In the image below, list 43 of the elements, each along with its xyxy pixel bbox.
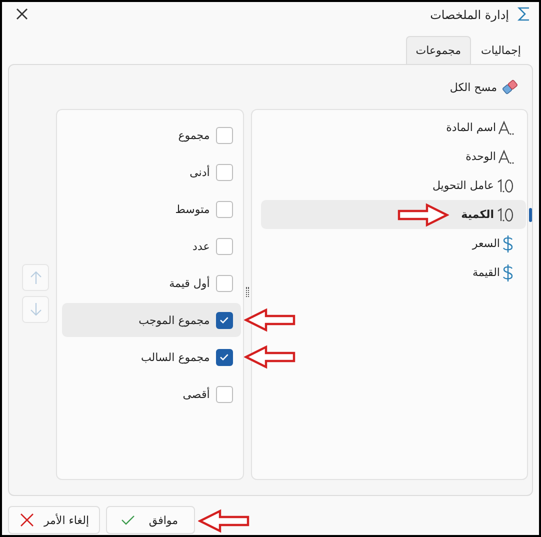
number-type-icon: [496, 206, 514, 222]
checkbox[interactable]: [216, 274, 233, 292]
check-icon: [218, 351, 230, 363]
selection-bar: [529, 208, 532, 222]
option-label: مجموع الموجب: [138, 314, 210, 326]
currency-type-icon: [502, 234, 514, 252]
close-icon: [20, 513, 34, 527]
clear-all-button[interactable]: مسح الكل: [448, 77, 520, 97]
field-item[interactable]: القيمة: [260, 258, 526, 287]
text-type-icon: [498, 120, 514, 136]
text-type-icon: [498, 148, 514, 164]
checkbox[interactable]: [216, 312, 233, 328]
option-label: متوسط: [175, 202, 210, 216]
option-label: أول قيمة: [169, 276, 210, 290]
field-item[interactable]: السعر: [260, 229, 526, 258]
checkbox[interactable]: [216, 386, 233, 402]
arrow-down-icon: [28, 302, 42, 317]
option-label: مجموع: [178, 128, 210, 142]
cancel-button[interactable]: إلغاء الأمر: [8, 506, 100, 534]
checkbox[interactable]: [216, 348, 233, 366]
number-type-icon: [496, 178, 514, 194]
checkbox[interactable]: [216, 200, 233, 218]
checkbox[interactable]: [216, 164, 233, 180]
tab[interactable]: إجماليات: [471, 36, 531, 64]
currency-type-icon: [502, 264, 514, 282]
checkbox[interactable]: [216, 238, 233, 254]
window-title: إدارة الملخصات: [430, 8, 509, 22]
option-label: مجموع السالب: [140, 350, 210, 364]
sigma-icon: [517, 6, 531, 22]
field-item[interactable]: الوحدة: [260, 142, 526, 171]
splitter-handle[interactable]: [246, 287, 249, 297]
checkbox[interactable]: [216, 126, 233, 144]
field-item[interactable]: اسم المادة: [260, 113, 526, 142]
check-icon: [218, 314, 230, 326]
close-icon[interactable]: [15, 6, 29, 20]
eraser-icon: [502, 79, 518, 95]
arrow-up-icon: [28, 270, 42, 285]
option-label: أقصى: [182, 388, 210, 400]
field-item[interactable]: عامل التحويل: [260, 171, 526, 200]
check-icon: [121, 514, 135, 526]
tab[interactable]: مجموعات: [406, 36, 472, 64]
option-label: عدد: [192, 240, 210, 252]
option-label: أدنى: [190, 166, 210, 178]
